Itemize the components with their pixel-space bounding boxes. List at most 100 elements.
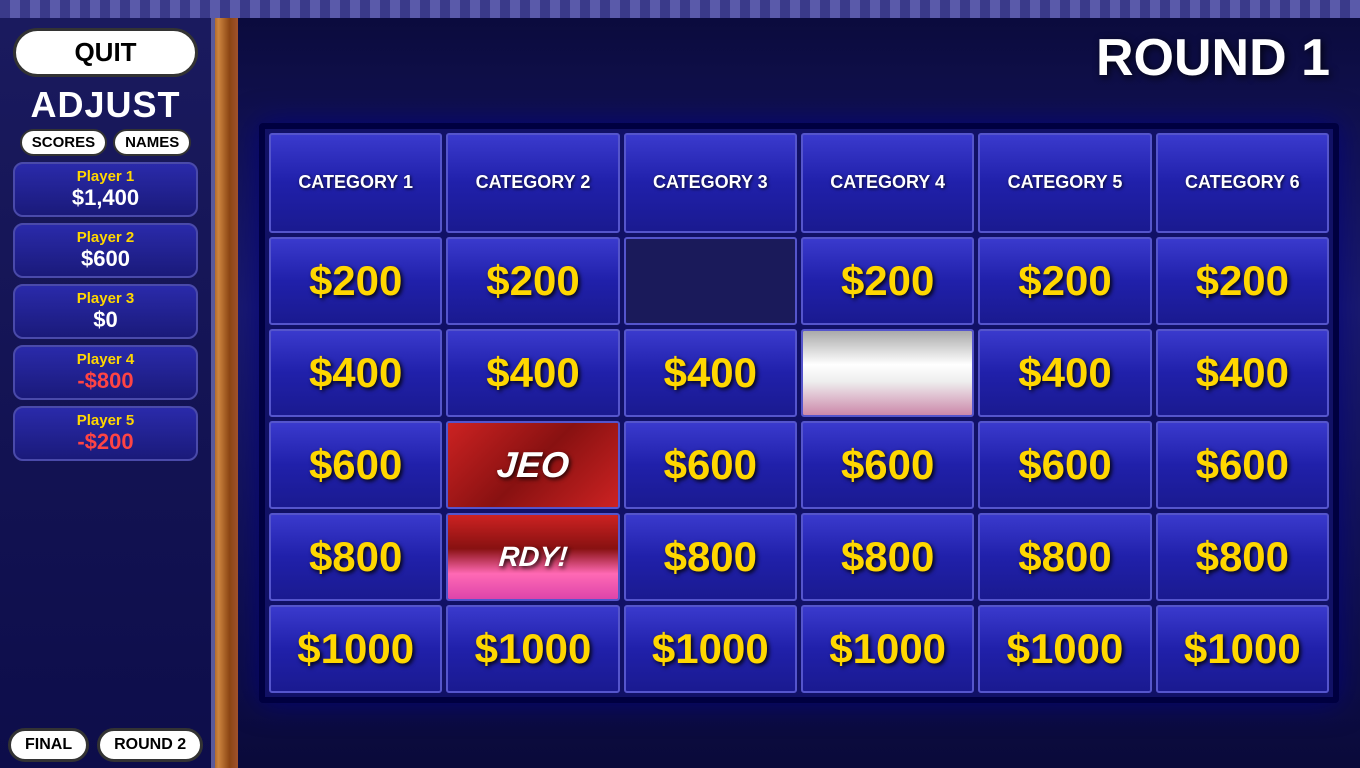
- media-placeholder-red-bottom: RDY!: [448, 515, 617, 599]
- cell-r1-c4[interactable]: $200: [801, 237, 974, 325]
- cell-r2-c2[interactable]: $400: [446, 329, 619, 417]
- value-r5-c6: $1000: [1184, 625, 1301, 673]
- category-2-header[interactable]: CATEGORY 2: [446, 133, 619, 233]
- cell-r2-c1[interactable]: $400: [269, 329, 442, 417]
- cell-r5-c2[interactable]: $1000: [446, 605, 619, 693]
- scores-names-row: SCORES NAMES: [20, 129, 192, 156]
- cell-r3-c4[interactable]: $600: [801, 421, 974, 509]
- media-placeholder-2: [803, 331, 972, 415]
- value-r3-c1: $600: [309, 441, 402, 489]
- player-5-score: -$200: [21, 429, 190, 455]
- player-4-name: Player 4: [21, 351, 190, 368]
- cell-r3-c1[interactable]: $600: [269, 421, 442, 509]
- value-r3-c6: $600: [1196, 441, 1289, 489]
- cell-r5-c4[interactable]: $1000: [801, 605, 974, 693]
- player-2-name: Player 2: [21, 229, 190, 246]
- cell-r4-c2-media[interactable]: RDY!: [446, 513, 619, 601]
- value-r1-c2: $200: [486, 257, 579, 305]
- top-decorative-bar: [0, 0, 1360, 18]
- category-1-text: CATEGORY 1: [298, 172, 413, 194]
- value-r1-c5: $200: [1018, 257, 1111, 305]
- quit-button[interactable]: QUIT: [13, 28, 198, 77]
- cell-r1-c3-empty: [624, 237, 797, 325]
- adjust-label: ADJUST: [30, 87, 180, 123]
- category-6-header[interactable]: CATEGORY 6: [1156, 133, 1329, 233]
- round2-button[interactable]: ROUND 2: [97, 728, 203, 762]
- player-card-5[interactable]: Player 5 -$200: [13, 406, 198, 461]
- value-r5-c4: $1000: [829, 625, 946, 673]
- cell-r5-c5[interactable]: $1000: [978, 605, 1151, 693]
- player-3-score: $0: [21, 307, 190, 333]
- cell-r4-c4[interactable]: $800: [801, 513, 974, 601]
- value-r5-c5: $1000: [1007, 625, 1124, 673]
- cell-r5-c6[interactable]: $1000: [1156, 605, 1329, 693]
- cell-r2-c3[interactable]: $400: [624, 329, 797, 417]
- value-r3-c3: $600: [664, 441, 757, 489]
- category-5-text: CATEGORY 5: [1008, 172, 1123, 194]
- cell-r1-c6[interactable]: $200: [1156, 237, 1329, 325]
- value-r1-c1: $200: [309, 257, 402, 305]
- jeopardy-logo-top: JEO: [495, 444, 571, 486]
- scores-button[interactable]: SCORES: [20, 129, 107, 156]
- category-1-header[interactable]: CATEGORY 1: [269, 133, 442, 233]
- cell-r1-c1[interactable]: $200: [269, 237, 442, 325]
- cell-r1-c5[interactable]: $200: [978, 237, 1151, 325]
- game-board: CATEGORY 1 CATEGORY 2 CATEGORY 3 CATEGOR…: [259, 123, 1339, 703]
- board-grid: CATEGORY 1 CATEGORY 2 CATEGORY 3 CATEGOR…: [265, 129, 1333, 697]
- category-4-header[interactable]: CATEGORY 4: [801, 133, 974, 233]
- player-3-name: Player 3: [21, 290, 190, 307]
- cell-r4-c5[interactable]: $800: [978, 513, 1151, 601]
- round-title: ROUND 1: [1096, 28, 1330, 88]
- category-4-text: CATEGORY 4: [830, 172, 945, 194]
- names-button[interactable]: NAMES: [113, 129, 191, 156]
- player-2-score: $600: [21, 246, 190, 272]
- category-2-text: CATEGORY 2: [476, 172, 591, 194]
- jeopardy-logo-bottom: RDY!: [497, 541, 568, 573]
- cell-r3-c2-media[interactable]: JEO: [446, 421, 619, 509]
- player-card-1[interactable]: Player 1 $1,400: [13, 162, 198, 217]
- value-r1-c4: $200: [841, 257, 934, 305]
- player-4-score: -$800: [21, 368, 190, 394]
- cell-r4-c1[interactable]: $800: [269, 513, 442, 601]
- value-r5-c3: $1000: [652, 625, 769, 673]
- final-button[interactable]: FINAL: [8, 728, 89, 762]
- value-r2-c3: $400: [664, 349, 757, 397]
- value-r1-c6: $200: [1196, 257, 1289, 305]
- player-1-score: $1,400: [21, 185, 190, 211]
- category-3-text: CATEGORY 3: [653, 172, 768, 194]
- cell-r3-c5[interactable]: $600: [978, 421, 1151, 509]
- category-3-header[interactable]: CATEGORY 3: [624, 133, 797, 233]
- cell-r2-c4-media[interactable]: [801, 329, 974, 417]
- cell-r5-c1[interactable]: $1000: [269, 605, 442, 693]
- value-r4-c5: $800: [1018, 533, 1111, 581]
- value-r3-c5: $600: [1018, 441, 1111, 489]
- player-card-3[interactable]: Player 3 $0: [13, 284, 198, 339]
- player-card-2[interactable]: Player 2 $600: [13, 223, 198, 278]
- value-r5-c2: $1000: [475, 625, 592, 673]
- value-r4-c6: $800: [1196, 533, 1289, 581]
- value-r2-c6: $400: [1196, 349, 1289, 397]
- cell-r5-c3[interactable]: $1000: [624, 605, 797, 693]
- value-r4-c3: $800: [664, 533, 757, 581]
- cell-r2-c5[interactable]: $400: [978, 329, 1151, 417]
- value-r2-c1: $400: [309, 349, 402, 397]
- cell-r3-c3[interactable]: $600: [624, 421, 797, 509]
- cell-r3-c6[interactable]: $600: [1156, 421, 1329, 509]
- cell-r1-c2[interactable]: $200: [446, 237, 619, 325]
- value-r3-c4: $600: [841, 441, 934, 489]
- category-6-text: CATEGORY 6: [1185, 172, 1300, 194]
- value-r2-c5: $400: [1018, 349, 1111, 397]
- player-card-4[interactable]: Player 4 -$800: [13, 345, 198, 400]
- media-placeholder-red-top: JEO: [448, 423, 617, 507]
- value-r2-c2: $400: [486, 349, 579, 397]
- cell-r4-c3[interactable]: $800: [624, 513, 797, 601]
- category-5-header[interactable]: CATEGORY 5: [978, 133, 1151, 233]
- sidebar: QUIT ADJUST SCORES NAMES Player 1 $1,400…: [0, 18, 215, 768]
- value-r4-c1: $800: [309, 533, 402, 581]
- cell-r4-c6[interactable]: $800: [1156, 513, 1329, 601]
- game-area: ROUND 1 CATEGORY 1 CATEGORY 2 CATEGORY 3…: [238, 18, 1360, 768]
- value-r5-c1: $1000: [297, 625, 414, 673]
- bottom-buttons: FINAL ROUND 2: [8, 728, 203, 762]
- player-1-name: Player 1: [21, 168, 190, 185]
- cell-r2-c6[interactable]: $400: [1156, 329, 1329, 417]
